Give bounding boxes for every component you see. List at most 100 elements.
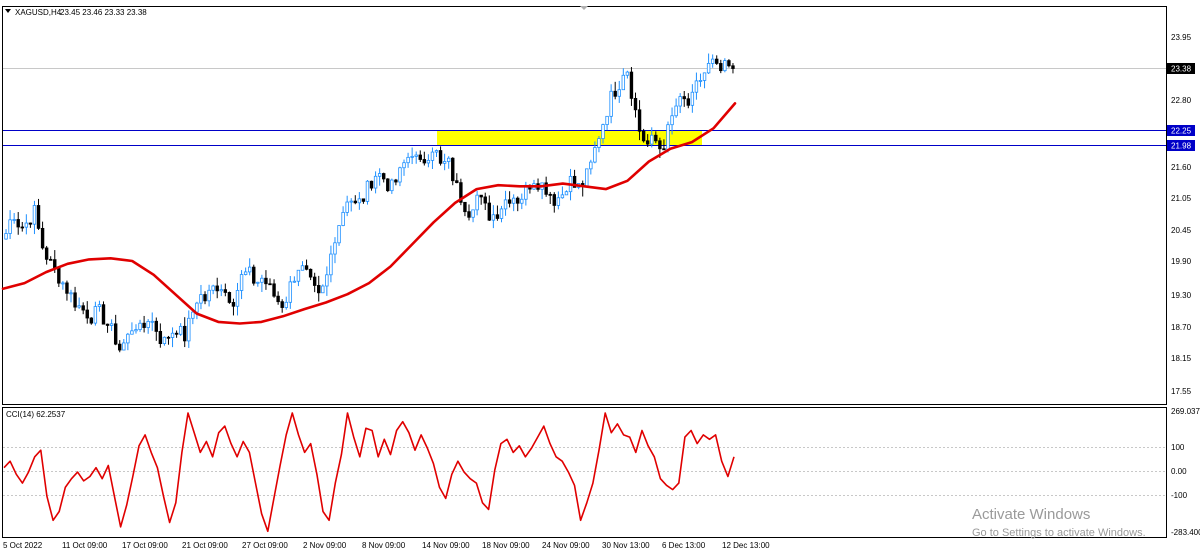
- candle-body: [727, 60, 731, 67]
- candle-body: [154, 320, 158, 332]
- candle-body: [85, 309, 89, 319]
- candle-body: [195, 302, 199, 313]
- candle-body: [53, 259, 57, 269]
- current-price-value: 23.38: [1171, 65, 1192, 74]
- candle-body: [256, 281, 260, 284]
- candle-body: [337, 225, 341, 244]
- candle-body: [93, 306, 98, 324]
- candle-body: [629, 71, 634, 99]
- candle-body: [467, 211, 471, 218]
- candle-body: [719, 63, 723, 72]
- candle-body: [666, 124, 670, 150]
- candle-body: [645, 140, 650, 145]
- candle-body: [394, 179, 398, 183]
- candle-body: [597, 138, 601, 148]
- candle-body: [625, 71, 630, 76]
- candle-body: [308, 268, 313, 278]
- candle-body: [633, 97, 638, 111]
- candle-body: [690, 91, 695, 106]
- candle-body: [422, 159, 427, 164]
- candle-body: [325, 274, 329, 287]
- candle-body: [174, 332, 179, 335]
- cci-tick: 100: [1171, 443, 1185, 452]
- candle-body: [166, 336, 171, 339]
- candle: [641, 128, 646, 143]
- candle-body: [479, 194, 483, 198]
- time-tick: 11 Oct 09:00: [62, 541, 108, 550]
- candle-body: [49, 258, 53, 261]
- candle-body: [150, 320, 154, 323]
- candle-body: [333, 242, 337, 255]
- candle-body: [252, 266, 256, 284]
- candle-body: [658, 140, 662, 150]
- price-axis: 23.95 22.80 21.60 21.05 20.45 19.90 19.3…: [1171, 33, 1192, 396]
- candle-body: [357, 198, 362, 204]
- candle-body: [138, 322, 142, 330]
- candle-body: [353, 200, 357, 204]
- candle-body: [365, 180, 370, 202]
- candle-body: [215, 285, 219, 292]
- candle-body: [589, 161, 593, 170]
- candle: [252, 264, 256, 286]
- candle-body: [483, 196, 487, 204]
- candle: [451, 157, 455, 186]
- candle-body: [552, 194, 556, 206]
- candle-body: [451, 157, 455, 182]
- candle-body: [187, 317, 191, 342]
- candle: [227, 291, 232, 304]
- trading-chart[interactable]: XAGUSD,H4 23.45 23.46 23.33 23.38 23.95 …: [0, 0, 1200, 558]
- candle-body: [386, 178, 390, 192]
- candle-body: [109, 323, 114, 326]
- time-tick: 24 Nov 09:00: [542, 541, 590, 550]
- activation-watermark-text: Go to Settings to activate Windows.: [972, 527, 1146, 539]
- candle-body: [8, 219, 12, 234]
- candle-body: [601, 124, 605, 139]
- candle-body: [329, 253, 333, 276]
- candle: [386, 178, 390, 193]
- candle-body: [410, 155, 414, 158]
- candle-body: [373, 175, 378, 189]
- candle-body: [4, 233, 8, 240]
- cci-axis: 269.037 100 0.00 -100 -283.400: [1171, 407, 1200, 537]
- candle-body: [227, 292, 232, 303]
- candle-body: [686, 98, 690, 106]
- candle: [666, 121, 670, 153]
- candle-body: [36, 205, 41, 229]
- candle-body: [73, 292, 77, 308]
- price-tick: 20.45: [1171, 226, 1192, 235]
- candle-body: [260, 277, 264, 283]
- candle: [723, 58, 727, 73]
- candle-body: [377, 173, 382, 177]
- candle-body: [670, 115, 674, 126]
- time-tick: 17 Oct 09:00: [122, 541, 168, 550]
- candle-body: [134, 329, 138, 332]
- time-tick: 2 Nov 09:00: [303, 541, 347, 550]
- candle-body: [32, 205, 37, 225]
- candle-body: [702, 72, 707, 81]
- candle-body: [438, 150, 443, 164]
- price-tick: 23.95: [1171, 33, 1192, 42]
- candle-body: [641, 130, 646, 142]
- candle-body: [678, 96, 682, 107]
- candle-body: [442, 161, 447, 164]
- time-axis: 5 Oct 2022 11 Oct 09:00 17 Oct 09:00 21 …: [3, 541, 770, 550]
- resistance-price-value: 22.25: [1171, 127, 1192, 136]
- price-tick: 21.05: [1171, 194, 1192, 203]
- symbol-label: XAGUSD,H4: [15, 8, 62, 17]
- candle-body: [207, 289, 211, 302]
- candle-body: [511, 197, 516, 204]
- candle-body: [637, 109, 642, 132]
- price-tick: 21.60: [1171, 163, 1192, 172]
- candle-body: [272, 283, 276, 297]
- time-tick: 6 Dec 13:00: [662, 541, 706, 550]
- candle-body: [487, 202, 492, 221]
- candle-body: [706, 62, 711, 74]
- candle-body: [593, 147, 597, 163]
- candle-body: [81, 305, 85, 311]
- candle-body: [223, 289, 228, 293]
- candle-body: [556, 197, 561, 206]
- candle-body: [61, 282, 65, 285]
- candle-body: [369, 180, 374, 189]
- candle-body: [292, 280, 297, 283]
- candle-body: [609, 90, 613, 117]
